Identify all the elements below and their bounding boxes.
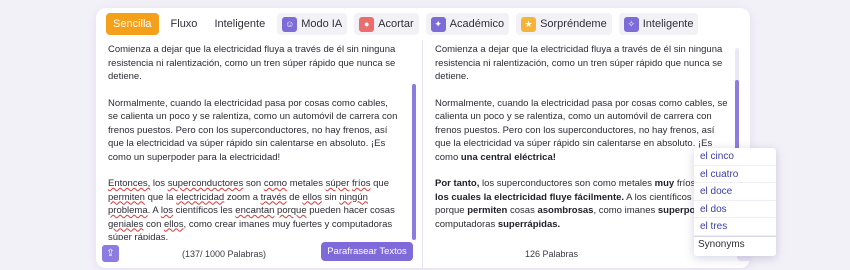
input-scrollbar[interactable]	[412, 84, 416, 240]
mode-modo-ia[interactable]: ☺ Modo IA	[277, 13, 348, 35]
upload-icon[interactable]: ⇪	[102, 245, 119, 262]
paraphrase-button[interactable]: Parafrasear Textos	[321, 242, 413, 261]
input-word-counter: (137/ 1000 Palabras)	[182, 249, 267, 259]
synonym-option[interactable]: el dos	[694, 201, 776, 218]
input-text[interactable]: Comienza a dejar que la electricidad flu…	[108, 43, 400, 258]
input-scroll-thumb[interactable]	[412, 84, 416, 240]
mode-fluxo[interactable]: Fluxo	[166, 13, 203, 35]
output-paragraph-2: Normalmente, cuando la electricidad pasa…	[435, 97, 728, 163]
input-footer: ⇪ (137/ 1000 Palabras) Parafrasear Texto…	[96, 240, 422, 268]
input-paragraph-2: Normalmente, cuando la electricidad pasa…	[108, 97, 398, 163]
mode-inteligente-ai[interactable]: ✧ Inteligente	[618, 13, 699, 35]
mode-sorprendeme[interactable]: ★ Sorpréndeme	[516, 13, 612, 35]
synonyms-title: Synonyms	[694, 235, 776, 252]
synonym-option[interactable]: el tres	[694, 218, 776, 236]
output-paragraph-3: Por tanto, los superconductores son como…	[435, 178, 722, 230]
shorten-icon: ●	[359, 16, 375, 32]
surprise-icon: ★	[521, 16, 537, 32]
synonym-option[interactable]: el doce	[694, 183, 776, 201]
output-text[interactable]: Comienza a dejar que la electricidad flu…	[435, 43, 728, 244]
mode-bar: Sencilla Fluxo Inteligente ☺ Modo IA ● Aco…	[96, 8, 750, 40]
input-paragraph-3: Entonces, los superconductores son como …	[108, 178, 395, 243]
input-paragraph-1: Comienza a dejar que la electricidad flu…	[108, 44, 396, 82]
synonym-option[interactable]: el cinco	[694, 148, 776, 166]
output-word-counter: 126 Palabras	[525, 249, 579, 259]
academic-icon: ✦	[430, 16, 446, 32]
smart-icon: ✧	[623, 16, 639, 32]
paraphraser-card: Sencilla Fluxo Inteligente ☺ Modo IA ● Aco…	[96, 8, 750, 268]
robot-icon: ☺	[282, 16, 298, 32]
input-panel[interactable]: Comienza a dejar que la electricidad flu…	[96, 40, 423, 268]
output-paragraph-1: Comienza a dejar que la electricidad flu…	[435, 44, 723, 82]
mode-inteligente[interactable]: Inteligente	[209, 13, 270, 35]
synonyms-popup: el cinco el cuatro el doce el dos el tre…	[694, 148, 776, 256]
synonym-option[interactable]: el cuatro	[694, 166, 776, 183]
mode-sencilla[interactable]: Sencilla	[106, 13, 159, 35]
mode-academico[interactable]: ✦ Académico	[425, 13, 510, 35]
mode-acortar[interactable]: ● Acortar	[354, 13, 419, 35]
